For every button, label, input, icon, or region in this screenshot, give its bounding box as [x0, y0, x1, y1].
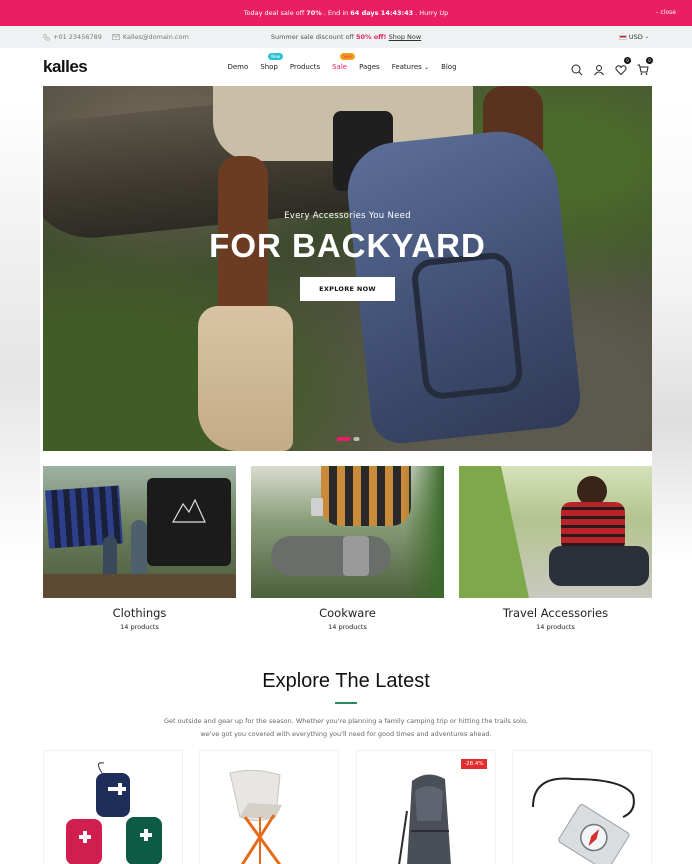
discount-badge: -28.4%: [461, 759, 487, 769]
main-nav: Demo Shop New Products Sale Sale Pages F…: [153, 53, 531, 71]
category-name: Travel Accessories: [502, 606, 609, 620]
heart-icon: [615, 65, 627, 76]
chevron-down-icon: ⌄: [644, 34, 649, 40]
section-description-line-2: we've got you covered with everything yo…: [200, 730, 492, 738]
category-card-travel-accessories[interactable]: Travel Accessories 14 products: [459, 466, 652, 631]
nav-item-features[interactable]: Features ⌄: [392, 63, 429, 71]
nav-item-sale[interactable]: Sale Sale: [332, 53, 355, 71]
nav-item-sale-label: Sale: [332, 63, 348, 71]
product-card-backpack[interactable]: -28.4%: [355, 750, 496, 864]
user-icon: [594, 65, 604, 76]
promo-countdown: 64 days 14:43:43: [350, 9, 414, 17]
phone-icon: [43, 33, 50, 41]
product-card-compass[interactable]: [511, 750, 652, 864]
cart-icon: [637, 64, 649, 75]
wishlist-count: 0: [624, 57, 631, 64]
close-icon: –: [655, 9, 659, 16]
category-card-clothings[interactable]: Clothings 14 products: [43, 466, 236, 631]
category-grid: Clothings 14 products Cookware 14 produc…: [43, 466, 652, 631]
category-image: [459, 466, 652, 598]
us-flag-icon: [618, 34, 627, 40]
cart-button[interactable]: 0: [637, 57, 653, 75]
product-image: [229, 769, 283, 864]
hero-boot-image: [198, 306, 293, 451]
search-icon: [571, 64, 583, 76]
explore-now-button[interactable]: EXPLORE NOW: [300, 277, 395, 301]
shop-now-link[interactable]: Shop Now: [389, 33, 422, 41]
promo-text-2: . End in: [323, 9, 349, 17]
summer-sale-percent: 50% off!: [355, 33, 387, 41]
section-title-underline: [335, 702, 357, 704]
phone-number: +01 23456789: [53, 33, 102, 41]
nav-item-demo[interactable]: Demo: [227, 63, 248, 71]
category-name: Clothings: [112, 606, 167, 620]
new-badge: New: [268, 53, 283, 60]
cart-count: 0: [646, 57, 653, 64]
nav-item-features-label: Features: [391, 63, 422, 71]
slider-dots: [336, 437, 359, 441]
summer-sale-notice: Summer sale discount off 50% off! Shop N…: [243, 33, 449, 41]
category-card-cookware[interactable]: Cookware 14 products: [251, 466, 444, 631]
category-name: Cookware: [319, 606, 376, 620]
site-header: kalles Demo Shop New Products Sale Sale …: [0, 48, 692, 86]
section-description: Get outside and gear up for the season. …: [0, 715, 692, 741]
section-description-line-1: Get outside and gear up for the season. …: [164, 717, 528, 725]
chevron-down-icon: ⌄: [424, 64, 430, 71]
hero-banner[interactable]: Every Accessories You Need FOR BACKYARD …: [43, 86, 652, 451]
account-button[interactable]: [593, 61, 605, 76]
nav-item-shop-label: Shop: [260, 63, 278, 71]
hero-content: Every Accessories You Need FOR BACKYARD …: [43, 211, 652, 301]
promo-close-label: close: [660, 9, 676, 16]
nav-item-blog[interactable]: Blog: [441, 63, 456, 71]
promo-text-1: Today deal sale off: [243, 9, 305, 17]
hero-title: FOR BACKYARD: [209, 227, 486, 264]
product-image: [531, 777, 635, 864]
nav-item-shop[interactable]: Shop New: [260, 53, 283, 71]
category-image: [251, 466, 444, 598]
email-contact[interactable]: Kalles@domain.com: [112, 33, 189, 41]
nav-item-pages[interactable]: Pages: [359, 63, 380, 71]
category-image: [43, 466, 236, 598]
promo-percent: 70%: [306, 9, 322, 17]
search-button[interactable]: [571, 61, 583, 76]
wishlist-button[interactable]: 0: [615, 57, 631, 76]
promo-close-button[interactable]: – close: [656, 9, 676, 16]
promo-bar: Today deal sale off 70% . End in 64 days…: [0, 0, 692, 26]
category-count: 14 products: [536, 623, 575, 631]
nav-item-products[interactable]: Products: [290, 63, 320, 71]
hero-subtitle: Every Accessories You Need: [284, 211, 411, 221]
product-card-first-aid-kits[interactable]: [43, 750, 183, 864]
product-image: [66, 762, 162, 864]
slider-dot-active[interactable]: [336, 437, 350, 441]
product-grid: -28.4%: [43, 750, 652, 864]
category-count: 14 products: [328, 623, 367, 631]
email-address: Kalles@domain.com: [122, 33, 189, 41]
currency-label: USD: [628, 33, 643, 41]
summer-sale-text: Summer sale discount off: [270, 33, 354, 41]
currency-selector[interactable]: USD ⌄: [449, 33, 649, 41]
section-title: Explore The Latest: [262, 670, 430, 692]
header-icons: 0 0: [571, 57, 653, 76]
slider-dot[interactable]: [353, 437, 359, 441]
mountain-graphic: [171, 498, 206, 523]
phone-contact[interactable]: +01 23456789: [43, 33, 102, 41]
side-decoration-right: [652, 100, 692, 560]
category-count: 14 products: [120, 623, 159, 631]
side-decoration-left: [0, 100, 40, 560]
promo-text-3: . Hurry Up: [415, 9, 449, 17]
sale-badge: Sale: [340, 53, 355, 60]
info-bar: +01 23456789 Kalles@domain.com Summer sa…: [0, 26, 692, 48]
product-card-camping-chair[interactable]: [199, 750, 340, 864]
mail-icon: [112, 34, 120, 40]
explore-section: Explore The Latest Get outside and gear …: [0, 670, 692, 741]
